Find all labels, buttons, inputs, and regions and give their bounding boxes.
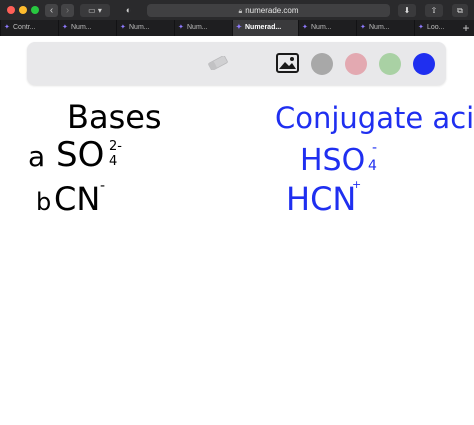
item-2-formula: HCN (286, 180, 356, 218)
handwriting-layer: Bases a SO 2- 4 b CN - Conjugate acids H… (28, 98, 474, 218)
forward-icon[interactable]: › (61, 4, 74, 17)
color-pink-swatch[interactable] (345, 53, 367, 75)
tab-item[interactable]: ✦ Num... (174, 20, 232, 36)
numerade-tab-icon: ✦ (360, 24, 366, 31)
item-1-charge: - (372, 140, 377, 156)
lock-icon: 🔒︎ (238, 8, 243, 15)
tab-item[interactable]: ✦ Loo... (414, 20, 458, 36)
numerade-tab-icon: ✦ (4, 24, 10, 31)
tab-item[interactable]: ✦ Num... (298, 20, 356, 36)
numerade-tab-icon: ✦ (178, 24, 184, 31)
pen-cursor-icon: + (352, 178, 361, 191)
tab-label: Contr... (13, 24, 36, 31)
shield-icon[interactable]: ◐ (122, 4, 135, 17)
tab-label: Num... (311, 24, 332, 31)
address-bar[interactable]: 🔒︎ numerade.com (147, 4, 390, 17)
color-gray-swatch[interactable] (311, 53, 333, 75)
item-a-subscript: 4 (109, 154, 117, 169)
download-icon[interactable]: ⬇ (398, 4, 416, 17)
tab-label: Loo... (427, 24, 445, 31)
tab-item[interactable]: ✦ Contr... (0, 20, 58, 36)
eraser-icon[interactable] (207, 56, 229, 70)
tab-item-active[interactable]: ✦ Numerad... (232, 20, 298, 36)
item-a-letter: a (28, 140, 45, 173)
numerade-tab-icon: ✦ (418, 24, 424, 31)
drawing-toolbar (27, 42, 446, 85)
tab-item[interactable]: ✦ Num... (116, 20, 174, 36)
plus-icon[interactable]: + (458, 20, 474, 36)
numerade-tab-icon: ✦ (120, 24, 126, 31)
tab-label: Num... (129, 24, 150, 31)
sidebar-icon[interactable]: ▭ ▾ (80, 4, 110, 17)
minimize-window-button[interactable] (19, 6, 27, 14)
browser-titlebar: ‹ › ▭ ▾ ◐ 🔒︎ numerade.com ⬇ ⇧ ⧉ (0, 0, 474, 20)
numerade-tab-icon: ✦ (236, 24, 242, 31)
tab-item[interactable]: ✦ Num... (356, 20, 414, 36)
tab-bar: ✦ Contr... ✦ Num... ✦ Num... ✦ Numerad... ✦ N… (0, 20, 474, 36)
item-a-formula: SO (56, 135, 104, 175)
tab-label: Num... (71, 24, 92, 31)
tab-label: Num... (187, 24, 208, 31)
color-green-swatch[interactable] (379, 53, 401, 75)
color-blue-swatch[interactable] (413, 53, 435, 75)
item-a-charge: 2- (109, 139, 122, 154)
item-1-subscript: 4 (368, 158, 377, 174)
item-b-formula: CN (54, 180, 100, 218)
bases-heading: Bases (67, 98, 162, 136)
tab-label: Num... (369, 24, 390, 31)
share-icon[interactable]: ⇧ (425, 4, 443, 17)
zoom-window-button[interactable] (31, 6, 39, 14)
back-icon[interactable]: ‹ (45, 4, 58, 17)
tab-item[interactable]: ✦ Num... (58, 20, 116, 36)
url-text: numerade.com (245, 6, 299, 15)
numerade-tab-icon: ✦ (62, 24, 68, 31)
item-b-charge: - (100, 178, 105, 194)
image-icon[interactable] (276, 53, 299, 73)
numerade-tab-icon: ✦ (302, 24, 308, 31)
item-b-letter: b (36, 188, 51, 216)
tab-label: Numerad... (245, 24, 282, 31)
conjugate-acids-heading: Conjugate acids (275, 101, 474, 135)
tabs-icon[interactable]: ⧉ (452, 4, 468, 17)
item-1-formula: HSO (300, 143, 365, 178)
close-window-button[interactable] (7, 6, 15, 14)
